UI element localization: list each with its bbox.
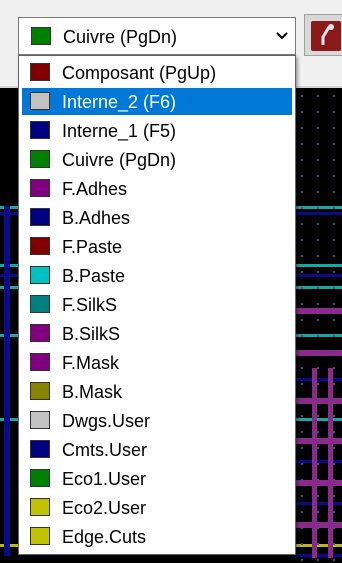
layer-option[interactable]: Dwgs.User bbox=[22, 407, 292, 434]
layer-option-label: F.Mask bbox=[62, 353, 120, 373]
layer-option[interactable]: B.Paste bbox=[22, 262, 292, 289]
layer-option[interactable]: Eco1.User bbox=[22, 465, 292, 492]
route-track-icon bbox=[311, 21, 341, 51]
layer-option-label: Eco2.User bbox=[62, 498, 147, 518]
layer-color-swatch bbox=[30, 411, 50, 429]
layer-color-swatch bbox=[30, 527, 50, 545]
current-layer-color-swatch bbox=[31, 27, 51, 45]
layer-color-swatch bbox=[30, 150, 50, 168]
layer-option[interactable]: Eco2.User bbox=[22, 494, 292, 521]
layer-option-label: B.SilkS bbox=[62, 324, 121, 344]
layer-option[interactable]: F.Paste bbox=[22, 233, 292, 260]
layer-option[interactable]: B.Adhes bbox=[22, 204, 292, 231]
layer-color-swatch bbox=[30, 266, 50, 284]
layer-option[interactable]: Interne_1 (F5) bbox=[22, 117, 292, 144]
layer-option[interactable]: B.Mask bbox=[22, 378, 292, 405]
layer-option[interactable]: F.SilkS bbox=[22, 291, 292, 318]
layer-color-swatch bbox=[30, 63, 50, 81]
layer-option[interactable]: Composant (PgUp) bbox=[22, 59, 292, 86]
layer-option-label: Interne_1 (F5) bbox=[62, 121, 177, 141]
layer-option-label: Edge.Cuts bbox=[62, 527, 147, 547]
layer-option[interactable]: B.SilkS bbox=[22, 320, 292, 347]
layer-color-swatch bbox=[30, 237, 50, 255]
layer-option-label: F.Paste bbox=[62, 237, 123, 257]
layer-option-label: Cuivre (PgDn) bbox=[62, 150, 177, 170]
layer-color-swatch bbox=[30, 324, 50, 342]
layer-option-label: B.Adhes bbox=[62, 208, 131, 228]
layer-option[interactable]: F.Adhes bbox=[22, 175, 292, 202]
layer-option-label: B.Paste bbox=[62, 266, 126, 286]
layer-color-swatch bbox=[30, 295, 50, 313]
chevron-down-icon[interactable] bbox=[269, 18, 295, 54]
layer-option[interactable]: Edge.Cuts bbox=[22, 523, 292, 550]
layer-dropdown-list: Composant (PgUp) Interne_2 (F6) Interne_1 … bbox=[18, 55, 296, 555]
layer-color-swatch bbox=[30, 353, 50, 371]
layer-option-label: Eco1.User bbox=[62, 469, 147, 489]
layer-color-swatch bbox=[30, 382, 50, 400]
layer-option-label: Interne_2 (F6) bbox=[62, 92, 177, 112]
layer-color-swatch bbox=[30, 440, 50, 458]
layer-color-swatch bbox=[30, 208, 50, 226]
layer-option-label: F.SilkS bbox=[62, 295, 118, 315]
layer-option-label: Composant (PgUp) bbox=[62, 63, 217, 83]
layer-option[interactable]: F.Mask bbox=[22, 349, 292, 376]
layer-option-label: F.Adhes bbox=[62, 179, 128, 199]
layer-option-label: Dwgs.User bbox=[62, 411, 151, 431]
pcb-editor-window: Cuivre (PgDn) Composant (PgUp) Interne_2 … bbox=[0, 0, 342, 563]
current-layer-label: Cuivre (PgDn) bbox=[63, 27, 178, 47]
layer-selector-combobox[interactable]: Cuivre (PgDn) bbox=[18, 17, 296, 55]
layer-color-swatch bbox=[30, 179, 50, 197]
layer-option[interactable]: Interne_2 (F6) bbox=[22, 88, 292, 115]
layer-color-swatch bbox=[30, 469, 50, 487]
layer-option-label: B.Mask bbox=[62, 382, 123, 402]
layer-color-swatch bbox=[30, 92, 50, 110]
route-track-button[interactable] bbox=[304, 14, 342, 56]
layer-option-label: Cmts.User bbox=[62, 440, 147, 460]
layer-color-swatch bbox=[30, 498, 50, 516]
layer-color-swatch bbox=[30, 121, 50, 139]
layer-option[interactable]: Cmts.User bbox=[22, 436, 292, 463]
layer-option[interactable]: Cuivre (PgDn) bbox=[22, 146, 292, 173]
